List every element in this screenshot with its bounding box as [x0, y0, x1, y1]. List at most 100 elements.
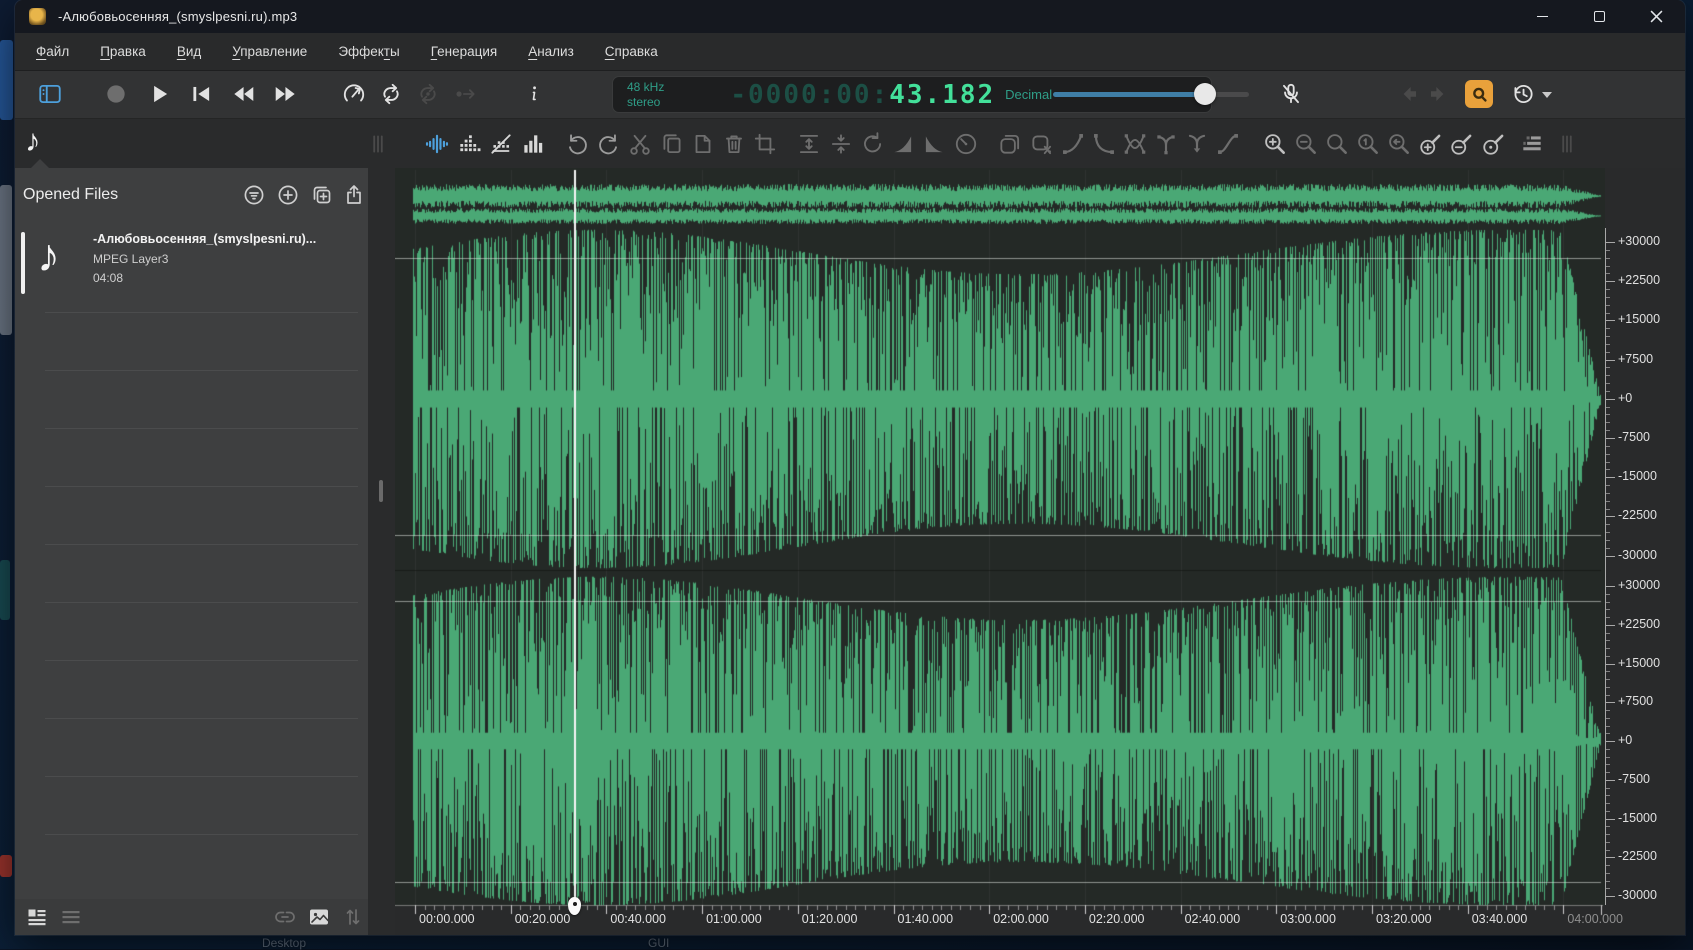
play-icon[interactable]: [146, 81, 172, 107]
fast-forward-icon[interactable]: [273, 81, 299, 107]
list-icon[interactable]: [59, 905, 83, 929]
search-button[interactable]: [1465, 80, 1493, 108]
rewind-icon[interactable]: [230, 81, 256, 107]
volume-slider-thumb[interactable]: [1194, 83, 1216, 105]
amplitude-ruler[interactable]: +30000+22500+15000+7500+0-7500-15000-225…: [1605, 168, 1685, 935]
cut-icon[interactable]: [627, 131, 653, 157]
amplitude-label-ch1: +0: [1618, 391, 1632, 405]
add-icon[interactable]: [276, 183, 300, 207]
sample-rate-label: 48 kHz stereo: [627, 80, 664, 109]
volume-slider[interactable]: [1053, 83, 1249, 105]
detail-list-icon[interactable]: [25, 905, 49, 929]
fade-out-icon[interactable]: [921, 131, 947, 157]
app-window: -Алюбовьосенняя_(smyslpesni.ru).mp3 Файл…: [15, 0, 1685, 935]
cut-selection-icon[interactable]: [1029, 131, 1055, 157]
panel-splitter[interactable]: [368, 168, 395, 935]
history-icon[interactable]: [1510, 81, 1536, 107]
amplitude-minor-tick: [1606, 609, 1610, 610]
view-wave-spectrogram-icon[interactable]: [488, 131, 514, 157]
zoom-selection-icon[interactable]: [1324, 131, 1350, 157]
splitter-grip[interactable]: [379, 480, 383, 502]
zoom-one-icon[interactable]: [1355, 131, 1381, 157]
amplitude-minor-tick: [1606, 336, 1610, 337]
amplitude-minor-tick: [1606, 679, 1610, 680]
menu-item-правка[interactable]: Правка: [89, 38, 157, 65]
zoom-in-icon[interactable]: [1262, 131, 1288, 157]
handle-left-icon[interactable]: [365, 131, 391, 157]
view-waveform-icon[interactable]: [424, 131, 450, 157]
list-row-separator: [45, 370, 358, 371]
maximize-button[interactable]: [1571, 0, 1628, 33]
split-curve-icon[interactable]: [1153, 131, 1179, 157]
desktop-icon-fragment: [0, 855, 12, 877]
image-icon[interactable]: [307, 905, 331, 929]
redo-icon[interactable]: [596, 131, 622, 157]
view-spectrum-icon[interactable]: [520, 131, 546, 157]
play-from-cursor-icon[interactable]: [452, 81, 478, 107]
sidebar-toggle-icon[interactable]: [37, 81, 63, 107]
menu-item-управление[interactable]: Управление: [221, 38, 318, 65]
menu-item-вид[interactable]: Вид: [166, 38, 212, 65]
paste-icon[interactable]: [690, 131, 716, 157]
copy-icon[interactable]: [659, 131, 685, 157]
minimize-button[interactable]: [1514, 0, 1571, 33]
amplitude-minor-tick: [1606, 414, 1610, 415]
gain-knob-icon[interactable]: [953, 131, 979, 157]
zoom-out-icon[interactable]: [1293, 131, 1319, 157]
nav-back-icon[interactable]: [1396, 81, 1422, 107]
view-spectrogram-icon[interactable]: [456, 131, 482, 157]
playback-speed-icon[interactable]: [341, 81, 367, 107]
record-icon[interactable]: [103, 81, 129, 107]
amplitude-minor-tick: [1606, 671, 1610, 672]
amplify-icon[interactable]: [796, 131, 822, 157]
export-icon[interactable]: [342, 183, 366, 207]
fade-in-icon[interactable]: [890, 131, 916, 157]
menu-item-анализ[interactable]: Анализ: [517, 38, 585, 65]
amplitude-minor-tick: [1606, 850, 1610, 851]
menu-item-генерация[interactable]: Генерация: [420, 38, 509, 65]
nav-forward-icon[interactable]: [1425, 81, 1451, 107]
menu-item-эффекты[interactable]: Эффекты: [327, 38, 410, 65]
levels-icon[interactable]: [1519, 131, 1545, 157]
zoom-back-icon[interactable]: [1386, 131, 1412, 157]
crossfade-icon[interactable]: [1122, 131, 1148, 157]
history-dropdown-caret[interactable]: [1542, 92, 1552, 98]
amplitude-minor-tick: [1606, 407, 1610, 408]
crop-icon[interactable]: [752, 131, 778, 157]
split-icon[interactable]: [828, 131, 854, 157]
file-list-item[interactable]: ♪ -Алюбовьосенняя_(smyslpesni.ru)... MPE…: [15, 220, 368, 302]
amplitude-minor-tick: [1606, 633, 1610, 634]
skip-start-icon[interactable]: [188, 81, 214, 107]
copy-selection-icon[interactable]: [997, 131, 1023, 157]
loop-selection-icon[interactable]: [415, 81, 441, 107]
amplitude-minor-tick: [1606, 865, 1610, 866]
amplitude-minor-tick: [1606, 548, 1610, 549]
mic-muted-icon[interactable]: [1278, 81, 1304, 107]
amplitude-minor-tick: [1606, 422, 1610, 423]
amplitude-minor-tick: [1606, 462, 1610, 463]
waveform-canvas[interactable]: [395, 168, 1605, 935]
merge-curve-icon[interactable]: [1184, 131, 1210, 157]
delete-icon[interactable]: [721, 131, 747, 157]
info-icon[interactable]: [521, 81, 547, 107]
s-curve-icon[interactable]: [1215, 131, 1241, 157]
undo-icon[interactable]: [564, 131, 590, 157]
vzoom-reset-icon[interactable]: [1481, 131, 1507, 157]
link-icon[interactable]: [273, 905, 297, 929]
amplitude-minor-tick: [1606, 710, 1610, 711]
close-button[interactable]: [1628, 0, 1685, 33]
amplitude-tick: [1606, 516, 1615, 517]
revert-icon[interactable]: [859, 131, 885, 157]
filter-icon[interactable]: [242, 183, 266, 207]
list-row-separator: [45, 312, 358, 313]
handle-right-icon[interactable]: [1554, 131, 1580, 157]
vzoom-in-icon[interactable]: [1418, 131, 1444, 157]
menu-item-файл[interactable]: Файл: [25, 38, 80, 65]
curve-fade-out-icon[interactable]: [1091, 131, 1117, 157]
add-copy-icon[interactable]: [310, 183, 334, 207]
curve-fade-in-icon[interactable]: [1060, 131, 1086, 157]
menu-item-справка[interactable]: Справка: [594, 38, 669, 65]
loop-icon[interactable]: [378, 81, 404, 107]
vzoom-out-icon[interactable]: [1449, 131, 1475, 157]
sort-icon[interactable]: [341, 905, 365, 929]
